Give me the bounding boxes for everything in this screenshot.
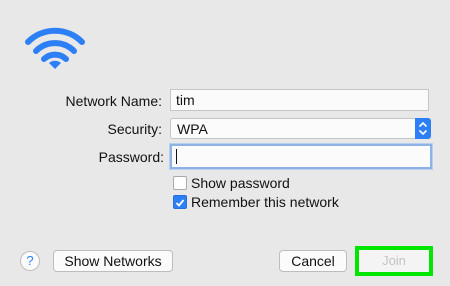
show-password-label: Show password xyxy=(191,175,290,191)
security-select[interactable]: WPA xyxy=(170,118,431,139)
remember-network-label: Remember this network xyxy=(191,194,339,210)
security-label: Security: xyxy=(107,121,162,137)
show-networks-button[interactable]: Show Networks xyxy=(53,250,173,272)
join-button[interactable]: Join xyxy=(364,252,424,270)
remember-network-checkbox[interactable] xyxy=(173,195,187,209)
show-password-checkbox[interactable] xyxy=(173,176,187,190)
join-button-highlight: Join xyxy=(355,246,433,276)
cancel-button[interactable]: Cancel xyxy=(279,250,347,272)
wifi-icon xyxy=(25,27,85,69)
wifi-join-dialog: Network Name: tim Security: WPA Password… xyxy=(0,0,450,286)
checkmark-icon xyxy=(175,199,185,207)
chevron-up-down-icon xyxy=(415,118,431,139)
password-field[interactable] xyxy=(170,144,432,169)
password-label: Password: xyxy=(98,149,164,165)
help-button[interactable]: ? xyxy=(20,251,40,271)
network-name-label: Network Name: xyxy=(65,93,162,109)
security-value: WPA xyxy=(177,121,208,137)
text-cursor xyxy=(176,148,177,164)
network-name-value: tim xyxy=(176,92,195,108)
network-name-field[interactable]: tim xyxy=(170,89,429,111)
